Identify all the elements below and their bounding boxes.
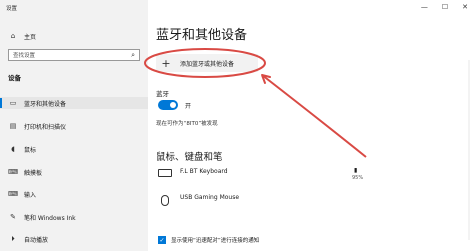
autoplay-icon: ⏵ <box>11 234 15 243</box>
search-icon: ⌕ <box>131 50 135 59</box>
mouse-icon: ◖ <box>11 145 15 153</box>
sidebar-item-typing[interactable]: ⌨ 输入 <box>8 188 36 200</box>
add-device-button[interactable]: + 添加蓝牙或其他设备 <box>156 54 258 72</box>
swift-pair-option[interactable]: ✓ 显示使用“迅速配对”进行连接的通知 <box>158 236 259 244</box>
battery-level: 95% <box>352 175 364 181</box>
search-input[interactable]: 查找设置 ⌕ <box>8 49 140 61</box>
sidebar: 设置 ⌂ 主页 查找设置 ⌕ 设备 ▭ 蓝牙和其他设备 ▤ 打印机和扫描仪 ◖ … <box>0 0 148 251</box>
mouse-icon <box>161 195 169 206</box>
window-controls: — ☐ ✕ <box>421 3 468 11</box>
sidebar-item-home[interactable]: ⌂ 主页 <box>8 30 36 42</box>
swift-pair-checkbox[interactable]: ✓ <box>158 236 166 244</box>
swift-pair-label: 显示使用“迅速配对”进行连接的通知 <box>171 238 260 244</box>
bluetooth-devices-icon: ▭ <box>9 99 17 107</box>
close-button[interactable]: ✕ <box>462 3 468 11</box>
touchpad-icon: ⌨ <box>8 168 19 176</box>
minimize-button[interactable]: — <box>421 3 428 11</box>
device-name: USB Gaming Mouse <box>180 194 240 201</box>
section-title: 设备 <box>8 74 21 82</box>
scrollbar-track[interactable] <box>468 60 470 240</box>
keyboard-icon: ⌨ <box>8 190 19 198</box>
battery-icon: ▮ <box>354 167 358 174</box>
add-device-label: 添加蓝牙或其他设备 <box>180 60 235 68</box>
sidebar-item-autoplay[interactable]: ⏵ 自动播放 <box>8 233 48 245</box>
sidebar-item-bluetooth[interactable]: ▭ 蓝牙和其他设备 <box>0 97 148 109</box>
device-name: F.L BT Keyboard <box>180 168 228 175</box>
device-keyboard[interactable]: F.L BT Keyboard ▮ 95% <box>158 166 458 186</box>
sidebar-item-label: 触摸板 <box>24 169 43 177</box>
bluetooth-toggle[interactable] <box>158 100 178 110</box>
sidebar-item-label: 打印机和扫描仪 <box>24 123 67 131</box>
bluetooth-toggle-state: 开 <box>185 103 192 110</box>
sidebar-item-printers[interactable]: ▤ 打印机和扫描仪 <box>8 120 66 132</box>
page-title: 蓝牙和其他设备 <box>156 28 248 43</box>
pen-icon: ✎ <box>10 213 16 221</box>
sidebar-item-label: 输入 <box>24 191 37 199</box>
home-icon: ⌂ <box>10 32 16 40</box>
main-panel: — ☐ ✕ 蓝牙和其他设备 + 添加蓝牙或其他设备 蓝牙 开 现在可作为“8IT… <box>148 0 474 251</box>
sidebar-item-label: 自动播放 <box>24 236 49 244</box>
sidebar-item-label: 鼠标 <box>24 146 37 154</box>
devices-heading: 鼠标、键盘和笔 <box>156 152 223 163</box>
sidebar-item-label: 主页 <box>24 33 37 41</box>
device-mouse[interactable]: USB Gaming Mouse <box>158 192 458 212</box>
sidebar-item-pen[interactable]: ✎ 笔和 Windows Ink <box>8 211 76 223</box>
window-title: 设置 <box>6 6 18 12</box>
bluetooth-label: 蓝牙 <box>156 90 169 98</box>
maximize-button[interactable]: ☐ <box>442 3 448 11</box>
sidebar-item-label: 笔和 Windows Ink <box>24 214 76 222</box>
plus-icon: + <box>161 56 171 70</box>
search-placeholder: 查找设置 <box>13 53 36 59</box>
printer-icon: ▤ <box>9 122 17 130</box>
sidebar-item-label: 蓝牙和其他设备 <box>24 100 67 108</box>
sidebar-item-mouse[interactable]: ◖ 鼠标 <box>8 143 36 155</box>
sidebar-item-touchpad[interactable]: ⌨ 触摸板 <box>8 166 42 178</box>
discoverable-text: 现在可作为“8IT0”被发现 <box>156 121 218 127</box>
keyboard-icon <box>158 169 172 177</box>
